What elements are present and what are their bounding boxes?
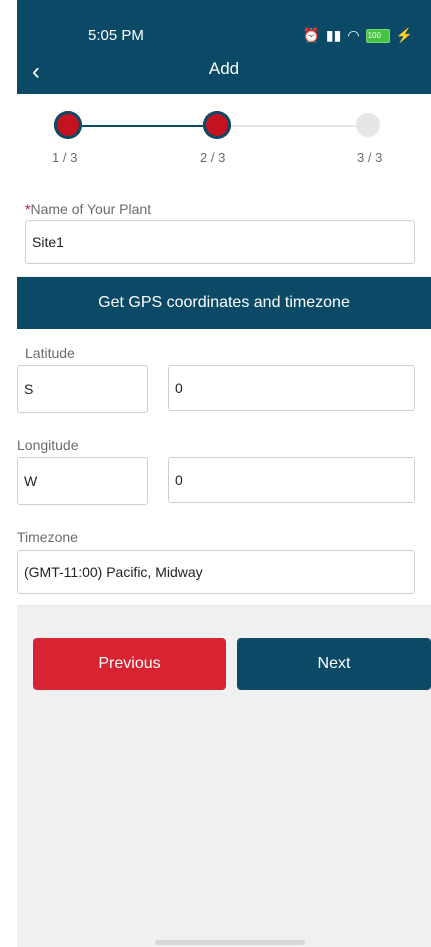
- timezone-section: Timezone (GMT-11:00) Pacific, Midway: [17, 513, 431, 606]
- longitude-section: Longitude W 0: [17, 421, 431, 514]
- wifi-icon: ◠: [347, 27, 360, 43]
- charging-icon: ⚡: [395, 27, 413, 43]
- step-3-dot: [356, 113, 380, 137]
- plant-name-section: *Name of Your Plant Site1: [17, 184, 431, 276]
- plant-name-label: *Name of Your Plant: [25, 201, 152, 217]
- step-line-pending: [223, 125, 369, 127]
- longitude-input[interactable]: 0: [168, 457, 415, 503]
- home-indicator: [155, 940, 305, 945]
- latitude-label: Latitude: [25, 345, 75, 361]
- longitude-label: Longitude: [17, 437, 79, 453]
- signal-icon: ▮▮: [325, 27, 342, 43]
- timezone-select[interactable]: (GMT-11:00) Pacific, Midway: [17, 550, 415, 594]
- progress-stepper: 1 / 3 2 / 3 3 / 3: [17, 94, 431, 185]
- step-2-dot: [203, 111, 231, 139]
- battery-icon: 100: [365, 28, 390, 43]
- latitude-section: Latitude S 0: [17, 329, 431, 422]
- alarm-icon: ⏰: [302, 27, 320, 43]
- page-title: Add: [208, 59, 240, 78]
- status-bar: 5:05 PM ⏰ ▮▮ ◠ 100 ⚡: [17, 0, 431, 58]
- timezone-label: Timezone: [17, 529, 78, 545]
- latitude-input[interactable]: 0: [168, 365, 415, 411]
- latitude-hemisphere-select[interactable]: S: [17, 365, 148, 413]
- step-2-label: 2 / 3: [200, 150, 226, 165]
- step-1-dot: [54, 111, 82, 139]
- next-button[interactable]: Next: [237, 638, 431, 690]
- top-bar: 5:05 PM ⏰ ▮▮ ◠ 100 ⚡ ‹ Add: [17, 0, 431, 94]
- add-plant-screen: 5:05 PM ⏰ ▮▮ ◠ 100 ⚡ ‹ Add 1 / 3 2 / 3 3…: [17, 0, 431, 947]
- get-gps-button[interactable]: Get GPS coordinates and timezone: [17, 277, 431, 329]
- system-icons: ⏰ ▮▮ ◠ 100 ⚡: [302, 27, 413, 44]
- step-1-label: 1 / 3: [52, 150, 78, 165]
- step-line-complete: [75, 125, 223, 127]
- longitude-hemisphere-select[interactable]: W: [17, 457, 148, 505]
- status-time: 5:05 PM: [88, 27, 144, 44]
- step-3-label: 3 / 3: [357, 150, 383, 165]
- previous-button[interactable]: Previous: [33, 638, 226, 690]
- plant-name-input[interactable]: Site1: [25, 220, 415, 264]
